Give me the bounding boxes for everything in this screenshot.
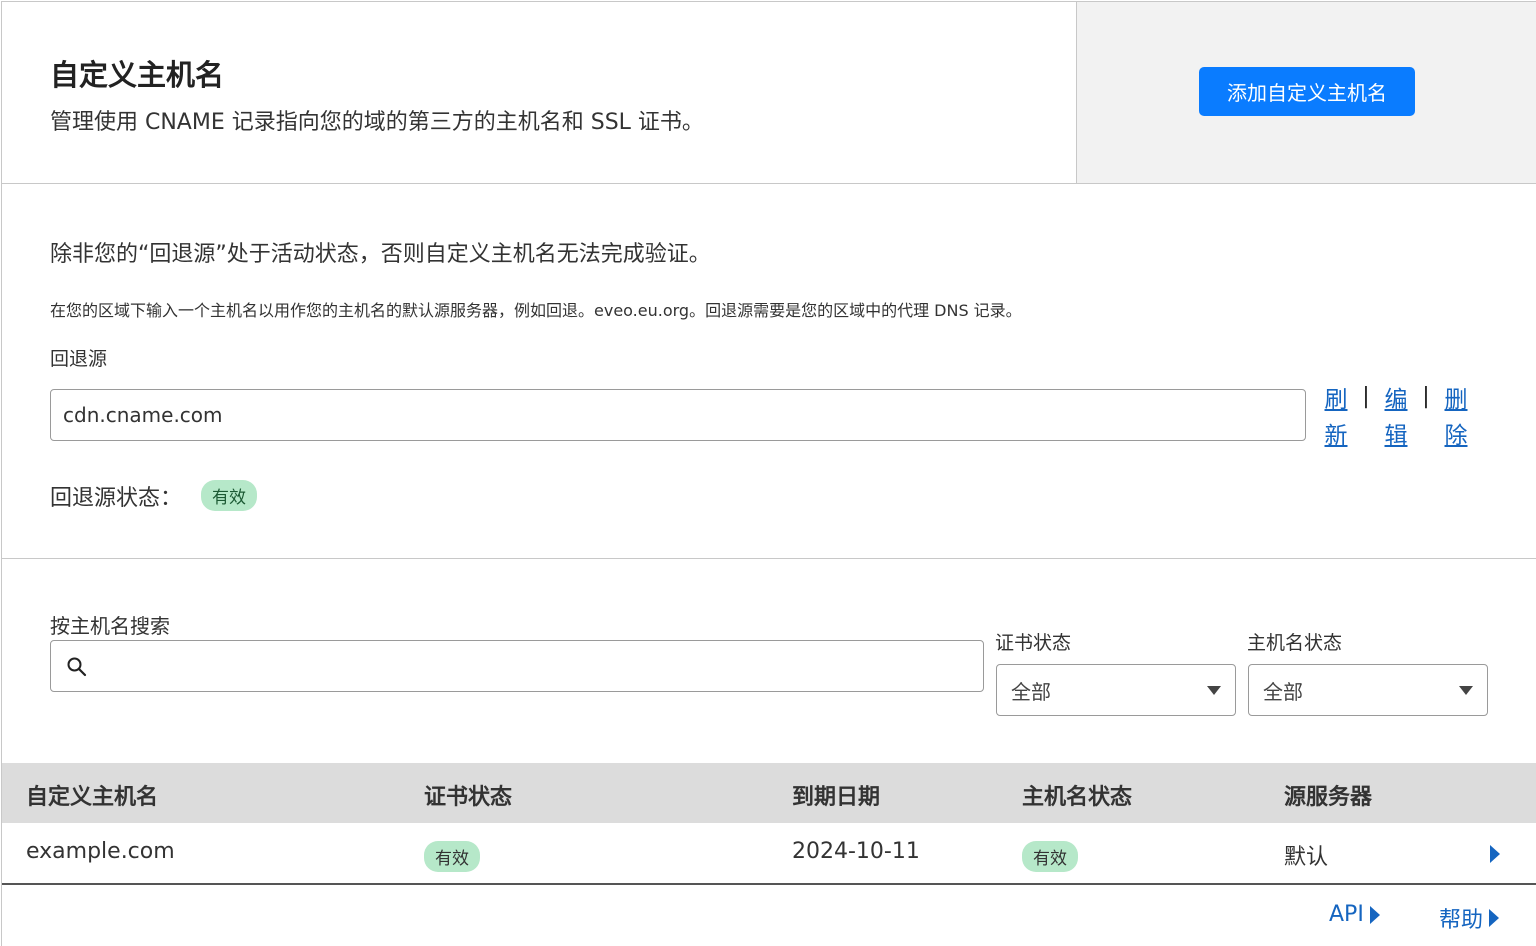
page-title: 自定义主机名 [50, 58, 225, 92]
page-subtitle: 管理使用 CNAME 记录指向您的域的第三方的主机名和 SSL 证书。 [50, 110, 704, 135]
header-action-area: 添加自定义主机名 [1076, 2, 1536, 183]
refresh-link[interactable]: 刷新 [1320, 382, 1352, 454]
caret-right-icon [1369, 905, 1380, 924]
add-custom-hostname-button[interactable]: 添加自定义主机名 [1199, 67, 1415, 116]
fallback-origin-value: cdn.cname.com [63, 403, 223, 427]
fallback-origin-section: 除非您的“回退源”处于活动状态，否则自定义主机名无法完成验证。 在您的区域下输入… [2, 184, 1536, 559]
footer-links: API 帮助 [2, 886, 1536, 946]
action-separator: | [1362, 384, 1370, 409]
filters-bar: 按主机名搜索 证书状态 全部 主机名状态 全部 [2, 560, 1536, 763]
help-link[interactable]: 帮助 [1439, 902, 1500, 934]
page-header: 自定义主机名 管理使用 CNAME 记录指向您的域的第三方的主机名和 SSL 证… [2, 2, 1536, 184]
chevron-down-icon [1459, 685, 1473, 695]
api-link-label: API [1329, 902, 1364, 927]
hostname-search-input[interactable] [50, 640, 984, 692]
row-hostname: example.com [26, 839, 175, 864]
edit-link[interactable]: 编辑 [1380, 382, 1412, 454]
column-header-cert-status[interactable]: 证书状态 [424, 779, 512, 811]
column-header-expiry[interactable]: 到期日期 [792, 779, 880, 811]
row-origin: 默认 [1284, 845, 1329, 870]
table-row[interactable]: example.com 有效 2024-10-11 有效 默认 [2, 823, 1536, 885]
row-hostname-status-badge: 有效 [1022, 841, 1078, 872]
action-separator: | [1422, 384, 1430, 409]
fallback-description: 在您的区域下输入一个主机名以用作您的主机名的默认源服务器，例如回退。eveo.e… [50, 301, 1022, 320]
fallback-origin-field[interactable]: cdn.cname.com [50, 389, 1306, 441]
expand-row-icon[interactable] [1490, 845, 1500, 863]
row-cert-status-badge: 有效 [424, 841, 480, 872]
header-text-area: 自定义主机名 管理使用 CNAME 记录指向您的域的第三方的主机名和 SSL 证… [2, 2, 1076, 183]
fallback-status-badge: 有效 [201, 480, 257, 511]
caret-right-icon [1489, 909, 1500, 927]
search-label: 按主机名搜索 [50, 614, 170, 638]
column-header-hostname[interactable]: 自定义主机名 [26, 779, 158, 811]
chevron-down-icon [1207, 685, 1221, 695]
hostname-status-filter-label: 主机名状态 [1247, 632, 1343, 654]
fallback-origin-label: 回退源 [50, 348, 108, 370]
help-link-label: 帮助 [1439, 908, 1484, 933]
fallback-actions: 刷新 | 编辑 | 删除 [1320, 382, 1472, 454]
cert-status-filter-label: 证书状态 [995, 632, 1072, 654]
api-link[interactable]: API [1329, 902, 1380, 927]
cert-status-select[interactable]: 全部 [996, 664, 1236, 716]
delete-link[interactable]: 删除 [1440, 382, 1472, 454]
hostname-status-selected: 全部 [1263, 679, 1303, 704]
custom-hostnames-table: 自定义主机名 证书状态 到期日期 主机名状态 源服务器 example.com … [2, 763, 1536, 885]
column-header-hostname-status[interactable]: 主机名状态 [1022, 779, 1132, 811]
table-header: 自定义主机名 证书状态 到期日期 主机名状态 源服务器 [2, 763, 1536, 823]
search-icon [67, 657, 87, 677]
column-header-origin[interactable]: 源服务器 [1284, 779, 1372, 811]
cert-status-selected: 全部 [1011, 679, 1051, 704]
row-expiry-date: 2024-10-11 [792, 839, 920, 864]
fallback-warning: 除非您的“回退源”处于活动状态，否则自定义主机名无法完成验证。 [50, 242, 711, 267]
fallback-status-label: 回退源状态： [50, 486, 183, 511]
hostname-status-select[interactable]: 全部 [1248, 664, 1488, 716]
